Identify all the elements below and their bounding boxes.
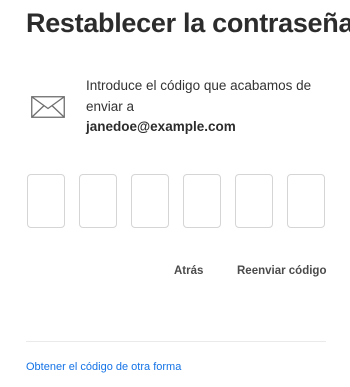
code-digit-5[interactable] (235, 174, 273, 228)
code-digit-6[interactable] (287, 174, 325, 228)
recipient-email: janedoe@example.com (86, 119, 236, 134)
code-digit-3[interactable] (131, 174, 169, 228)
code-digit-4[interactable] (183, 174, 221, 228)
alternate-method-link[interactable]: Obtener el código de otra forma (26, 361, 181, 373)
message-line-2: enviar a (86, 98, 135, 114)
divider (26, 341, 326, 342)
verification-message: Introduce el código que acabamos de envi… (86, 76, 336, 138)
code-digit-2[interactable] (79, 174, 117, 228)
back-button[interactable]: Atrás (174, 265, 203, 277)
resend-code-button[interactable]: Reenviar código (237, 265, 326, 277)
envelope-icon (31, 96, 65, 118)
page-title: Restablecer la contraseña (26, 8, 350, 38)
verification-code-inputs (27, 174, 325, 228)
code-digit-1[interactable] (27, 174, 65, 228)
message-line-1: Introduce el código que acabamos de (86, 78, 312, 93)
